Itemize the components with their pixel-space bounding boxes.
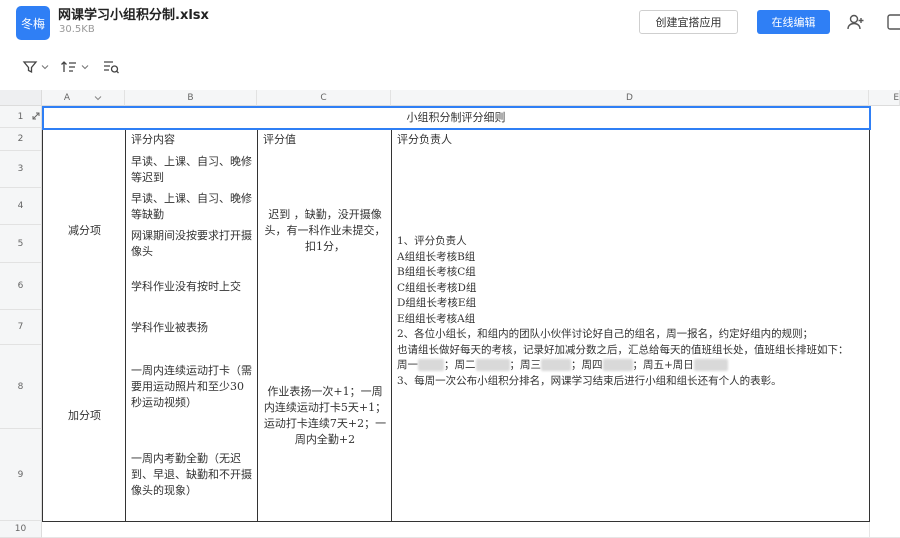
create-app-button[interactable]: 创建宜搭应用 bbox=[639, 10, 738, 34]
schedule-day: ；周五+周日 bbox=[632, 359, 694, 371]
deduct-label-cell[interactable]: 减分项 bbox=[42, 151, 126, 311]
column-letter: A bbox=[63, 92, 71, 103]
add-label-cell[interactable]: 加分项 bbox=[42, 310, 126, 522]
responsible-para-4: 3、每周一次公布小组积分排名，网课学习结束后进行小组和组长还有个人的表彰。 bbox=[397, 374, 782, 387]
window-icon[interactable] bbox=[886, 12, 900, 32]
add-item-cell[interactable]: 一周内考勤全勤（无迟到、早退、缺勤和不开摄像头的现象） bbox=[125, 429, 258, 522]
responsible-para-2: 2、各位小组长，和组内的团队小伙伴讨论好自己的组名，周一报名，约定好组内的规则； bbox=[397, 328, 814, 340]
find-button[interactable] bbox=[102, 58, 120, 76]
empty-header-cell[interactable] bbox=[42, 128, 126, 152]
chevron-down-icon bbox=[94, 95, 102, 100]
find-icon bbox=[104, 61, 119, 74]
chevron-down-icon bbox=[41, 65, 49, 70]
row-header-3[interactable]: 3 bbox=[0, 151, 42, 188]
header-cell-value[interactable]: 评分值 bbox=[257, 128, 392, 152]
deduct-item-cell[interactable]: 早读、上课、自习、晚修等缺勤 bbox=[125, 188, 258, 226]
redacted-name bbox=[602, 359, 633, 371]
header-cell-responsible[interactable]: 评分负责人 bbox=[391, 128, 870, 152]
schedule-day: 周一 bbox=[397, 359, 418, 371]
spreadsheet: A B C D E 1 2 3 4 5 6 7 8 9 10 小组积分制评分细则… bbox=[0, 90, 900, 538]
redacted-name bbox=[693, 359, 728, 371]
row-number: 4 bbox=[17, 201, 24, 211]
row-header-10[interactable]: 10 bbox=[0, 521, 42, 538]
row-header-6[interactable]: 6 bbox=[0, 263, 42, 310]
redacted-name bbox=[418, 359, 444, 371]
row-number: 1 bbox=[17, 111, 24, 122]
row-number: 8 bbox=[17, 381, 24, 392]
row-header-7[interactable]: 7 bbox=[0, 310, 42, 345]
schedule-day: ；周二 bbox=[444, 359, 476, 371]
responsible-line: B组组长考核C组 bbox=[397, 266, 476, 278]
filter-button[interactable] bbox=[22, 58, 49, 76]
expand-icon[interactable] bbox=[32, 112, 40, 120]
column-header-c[interactable]: C bbox=[257, 90, 391, 106]
row-header-4[interactable]: 4 bbox=[0, 188, 42, 225]
avatar[interactable]: 冬梅 bbox=[16, 6, 50, 40]
row-header-2[interactable]: 2 bbox=[0, 128, 42, 151]
responsible-cell[interactable]: 1、评分负责人 A组组长考核B组 B组组长考核C组 C组组长考核D组 D组组长考… bbox=[391, 151, 870, 522]
select-all-corner[interactable] bbox=[0, 90, 42, 106]
filter-icon bbox=[22, 61, 38, 74]
deduct-item-cell[interactable]: 学科作业没有按时上交 bbox=[125, 263, 258, 311]
schedule-day: ；周四 bbox=[571, 359, 603, 371]
app-header: 冬梅 网课学习小组积分制.xlsx 30.5KB 创建宜搭应用 在线编辑 bbox=[0, 0, 900, 46]
responsible-line: A组组长考核B组 bbox=[397, 250, 476, 263]
add-member-icon[interactable] bbox=[846, 12, 866, 32]
chevron-down-icon bbox=[81, 65, 89, 70]
column-header-d[interactable]: D bbox=[391, 90, 869, 106]
column-letter: E bbox=[893, 92, 899, 103]
header-cell-content[interactable]: 评分内容 bbox=[125, 128, 258, 152]
deduct-item-cell[interactable]: 网课期间没按要求打开摄像头 bbox=[125, 225, 258, 264]
toolbar bbox=[0, 50, 900, 84]
row-number: 9 bbox=[17, 469, 24, 480]
row-number: 5 bbox=[17, 238, 24, 249]
column-letter: C bbox=[320, 92, 327, 103]
column-letter: B bbox=[187, 92, 194, 103]
add-item-cell[interactable]: 一周内连续运动打卡（需要用运动照片和至少30秒运动视频） bbox=[125, 345, 258, 430]
deduct-item-cell[interactable]: 早读、上课、自习、晚修等迟到 bbox=[125, 151, 258, 189]
column-header-a[interactable]: A bbox=[42, 90, 125, 106]
responsible-line: 1、评分负责人 bbox=[397, 235, 467, 247]
table-title-cell[interactable]: 小组积分制评分细则 bbox=[42, 106, 870, 129]
responsible-line: D组组长考核E组 bbox=[397, 297, 477, 309]
responsible-line: C组组长考核D组 bbox=[397, 281, 477, 294]
add-value-cell[interactable]: 作业表扬一次+1；一周内连续运动打卡5天+1；运动打卡连续7天+2；一周内全勤+… bbox=[257, 310, 392, 522]
row-number: 3 bbox=[17, 164, 24, 174]
column-header-e[interactable]: E bbox=[869, 90, 900, 106]
deduct-value-cell[interactable]: 迟到 ，缺勤，没开摄像头，有一科作业未提交，扣1分， bbox=[257, 151, 392, 311]
row-header-8[interactable]: 8 bbox=[0, 345, 42, 429]
redacted-name bbox=[475, 359, 510, 371]
row-header-9[interactable]: 9 bbox=[0, 429, 42, 521]
redacted-name bbox=[541, 359, 571, 371]
row-number: 6 bbox=[17, 281, 24, 291]
edit-online-button[interactable]: 在线编辑 bbox=[757, 10, 830, 34]
sort-icon bbox=[61, 61, 76, 72]
responsible-para-3: 也请组长做好每天的考核，记录好加减分数之后，汇总给每天的值班组长处，值班组长排班… bbox=[397, 343, 849, 356]
row-number: 10 bbox=[14, 524, 27, 534]
row-number: 7 bbox=[17, 322, 24, 332]
add-item-cell[interactable]: 学科作业被表扬 bbox=[125, 310, 258, 346]
schedule-day: ；周三 bbox=[509, 359, 542, 371]
schedule-line: 周一 ；周二 ；周三 ；周四 ；周五+周日 bbox=[397, 358, 864, 374]
file-title: 网课学习小组积分制.xlsx bbox=[58, 8, 209, 23]
row-number: 2 bbox=[17, 134, 24, 144]
column-header-b[interactable]: B bbox=[125, 90, 257, 106]
sort-button[interactable] bbox=[60, 58, 89, 76]
row-header-5[interactable]: 5 bbox=[0, 225, 42, 263]
column-letter: D bbox=[626, 92, 633, 103]
file-size: 30.5KB bbox=[59, 24, 95, 35]
responsible-line: E组组长考核A组 bbox=[397, 312, 476, 325]
